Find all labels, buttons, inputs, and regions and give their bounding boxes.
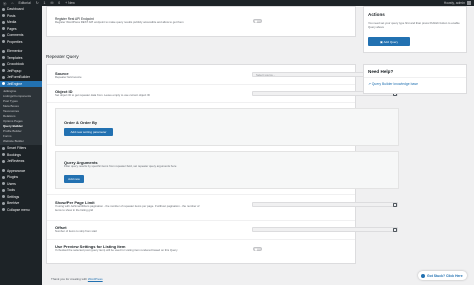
help-pill-button[interactable]: Got Stuck? Click Here <box>418 271 467 280</box>
field-description: If using with JetSmartFilters pagination… <box>55 204 200 212</box>
sidebar-item-label: Crocoblock <box>7 62 24 67</box>
croco-icon <box>2 62 5 66</box>
dashboard-icon <box>2 7 5 11</box>
add-new-argument-button[interactable]: Add new <box>64 175 84 183</box>
sidebar-item-label: Bookings <box>7 152 21 157</box>
query-arguments-box: Query Arguments Filter query results by … <box>55 151 399 189</box>
collapse-icon <box>2 208 5 212</box>
actions-title: Actions <box>368 12 385 17</box>
sidebar-item-label: Templates <box>7 55 23 60</box>
help-pill-label: Got Stuck? Click Here <box>427 273 463 278</box>
updates-count[interactable]: 1 <box>44 1 46 5</box>
home-icon[interactable]: ⌂ <box>11 1 13 5</box>
greeting-text[interactable]: Howdy, admin <box>444 1 465 5</box>
sidebar-item-label: Beehive <box>7 201 20 206</box>
sidebar-item-label: Appearance <box>7 168 26 173</box>
need-help-card: Need Help? ↗ Query Builder knowledge bas… <box>363 64 467 94</box>
preview-settings-toggle[interactable] <box>253 247 262 252</box>
sidebar-item-label: Smart Filters <box>7 146 27 151</box>
repeater-query-card: Source Repeater field source Select sour… <box>46 64 399 264</box>
submenu-item-website-builder[interactable]: Website Builder <box>0 139 42 144</box>
sidebar-item-label: Media <box>7 20 17 25</box>
sidebar-item-label: Users <box>7 181 16 186</box>
sidebar-item-label: JetReviews <box>7 159 25 164</box>
brush-icon <box>2 169 5 173</box>
dynamic-data-icon[interactable] <box>393 202 397 207</box>
wrench-icon <box>2 188 5 192</box>
rest-endpoint-field: Register Rest API Endpoint Register Word… <box>55 17 360 25</box>
sidebar-item-label: Plugins <box>7 175 19 180</box>
sidebar-item-label: Comments <box>7 33 24 38</box>
comments-icon[interactable]: ✉ <box>50 1 53 5</box>
calendar-icon <box>2 153 5 157</box>
user-icon <box>2 182 5 186</box>
wordpress-logo-icon[interactable]: ⓦ <box>3 1 6 6</box>
rest-endpoint-card: Register Rest API Endpoint Register Word… <box>46 6 356 37</box>
avatar[interactable] <box>467 1 471 5</box>
beehive-icon <box>2 201 5 205</box>
query-arguments-description: Filter query results by specific items f… <box>64 164 177 168</box>
sidebar-item-label: JetEngine <box>7 81 23 86</box>
comments-count[interactable]: 0 <box>58 1 60 5</box>
comment-icon <box>2 33 5 37</box>
jetengine-submenu: JetEngine Listings/Components Post Types Me… <box>0 87 42 146</box>
settings-icon <box>2 195 5 199</box>
popup-icon <box>2 69 5 73</box>
preview-settings-field: Use Preview Settings for Listing Item If… <box>55 244 360 253</box>
home-icon <box>2 40 5 44</box>
engine-icon <box>2 82 5 86</box>
offset-input[interactable] <box>252 227 398 232</box>
sidebar-item-label: Pages <box>7 26 17 31</box>
account-menu[interactable]: Howdy, admin <box>444 1 471 5</box>
media-icon <box>2 20 5 24</box>
rest-endpoint-toggle[interactable] <box>253 19 262 24</box>
updates-icon[interactable]: ↻ <box>36 1 39 5</box>
footer-text: Thank you for creating with <box>51 277 88 281</box>
source-select-placeholder: Select source... <box>256 72 276 77</box>
sidebar-item-label: JetPopup <box>7 68 22 73</box>
sidebar-item-label: Tools <box>7 188 15 193</box>
field-description: If checked the selected post (query item… <box>55 248 178 252</box>
elementor-icon <box>2 49 5 53</box>
form-icon <box>2 75 5 79</box>
pin-icon <box>2 14 5 18</box>
actions-text: You need set your query type first and t… <box>368 21 460 29</box>
folder-icon <box>2 56 5 60</box>
sidebar-item-collapse-menu[interactable]: Collapse menu <box>0 207 42 214</box>
sidebar-item-label: Settings <box>7 194 20 199</box>
main-content: Register Rest API Endpoint Register Word… <box>42 6 474 285</box>
add-query-button[interactable]: ▣ Add Query <box>368 37 410 46</box>
dynamic-data-icon[interactable] <box>393 227 397 232</box>
knowledge-base-label: Query Builder knowledge base <box>371 82 418 86</box>
sidebar-item-label: Elementor <box>7 49 23 54</box>
star-icon <box>2 159 5 163</box>
sidebar-item-label: Posts <box>7 13 16 18</box>
actions-card: Actions You need set your query type fir… <box>363 6 467 53</box>
admin-sidebar: Dashboard Posts Media Pages Comments Properti… <box>0 6 42 285</box>
help-icon <box>421 273 425 278</box>
order-box: Order & Order By Add new sorting paramet… <box>55 108 399 146</box>
repeater-query-heading: Repeater Query <box>46 54 79 59</box>
add-sorting-parameter-button[interactable]: Add new sorting parameter <box>64 128 113 136</box>
order-title: Order & Order By <box>64 120 98 125</box>
site-name-link[interactable]: Editorial <box>18 1 30 5</box>
page-icon <box>2 27 5 31</box>
sidebar-item-label: Collapse menu <box>7 207 30 212</box>
knowledge-base-link[interactable]: ↗ Query Builder knowledge base <box>368 82 418 86</box>
plugin-icon <box>2 175 5 179</box>
sidebar-item-label: JetFormBuilder <box>7 75 30 80</box>
sidebar-item-label: Dashboard <box>7 7 24 12</box>
per-page-input[interactable] <box>252 202 398 207</box>
sidebar-item-label: Properties <box>7 39 23 44</box>
new-content-link[interactable]: + New <box>65 1 75 5</box>
admin-footer: Thank you for creating with WordPress <box>51 277 103 281</box>
field-description: Register WordPress REST API endpoint to … <box>55 20 184 24</box>
wordpress-link[interactable]: WordPress <box>88 277 103 281</box>
need-help-title: Need Help? <box>368 69 394 74</box>
filter-icon <box>2 146 5 150</box>
add-query-label: Add Query <box>383 39 398 44</box>
